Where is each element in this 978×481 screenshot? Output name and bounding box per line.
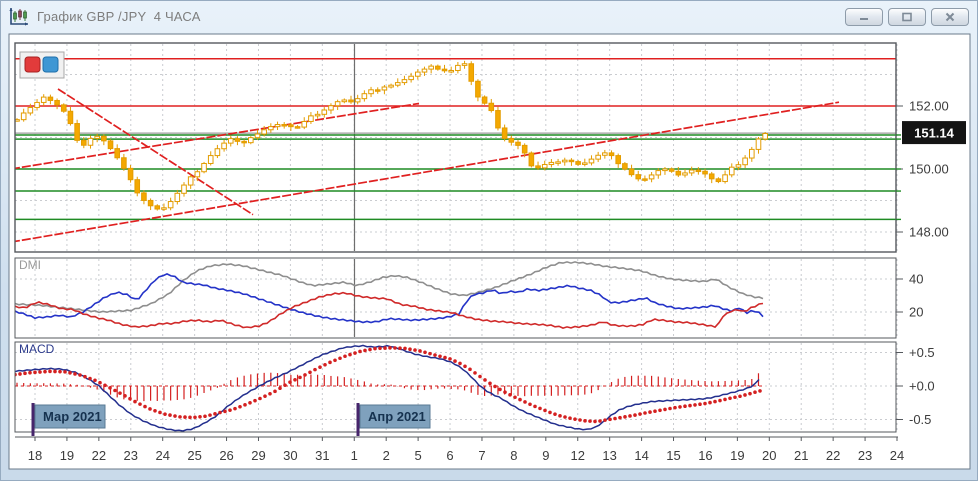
time-axis-label: 22 bbox=[826, 448, 840, 463]
gridlines bbox=[15, 43, 898, 432]
legend-toolbar bbox=[19, 51, 65, 79]
time-axis-label: 19 bbox=[60, 448, 74, 463]
current-price-label: 151.14 bbox=[914, 126, 955, 141]
time-axis-label: 9 bbox=[542, 448, 549, 463]
time-axis-label: 24 bbox=[890, 448, 904, 463]
time-axis-label: 24 bbox=[155, 448, 169, 463]
time-axis-label: 15 bbox=[666, 448, 680, 463]
time-axis-label: 23 bbox=[858, 448, 872, 463]
legend-blue-button[interactable] bbox=[42, 56, 59, 73]
time-axis-label: 13 bbox=[602, 448, 616, 463]
time-axis-label: 29 bbox=[251, 448, 265, 463]
time-axis-label: 22 bbox=[92, 448, 106, 463]
chart-window: График GBP /JPY 4 ЧАСА DMI MACD Мар 2021 Ап… bbox=[0, 0, 978, 481]
time-axis-label: 19 bbox=[730, 448, 744, 463]
time-axis-label: 18 bbox=[28, 448, 42, 463]
time-axis-label: 7 bbox=[478, 448, 485, 463]
macd-axis-label: +0.5 bbox=[909, 345, 935, 360]
price-axis-label: 150.00 bbox=[909, 162, 949, 177]
dmi-axis-label: 20 bbox=[909, 305, 923, 320]
time-axis-label: 14 bbox=[634, 448, 648, 463]
time-axis-label: 21 bbox=[794, 448, 808, 463]
time-axis-label: 2 bbox=[383, 448, 390, 463]
time-axis-label: 20 bbox=[762, 448, 776, 463]
time-axis-label: 30 bbox=[283, 448, 297, 463]
time-axis-label: 25 bbox=[187, 448, 201, 463]
time-axis-label: 12 bbox=[571, 448, 585, 463]
dmi-axis-label: 40 bbox=[909, 272, 923, 287]
time-axis-label: 8 bbox=[510, 448, 517, 463]
time-axis-label: 5 bbox=[414, 448, 421, 463]
price-axis-label: 148.00 bbox=[909, 225, 949, 240]
dmi-label: DMI bbox=[19, 258, 41, 272]
macd-axis-label: +0.0 bbox=[909, 379, 935, 394]
time-axis-label: 16 bbox=[698, 448, 712, 463]
legend-red-button[interactable] bbox=[24, 56, 41, 73]
time-axis-label: 31 bbox=[315, 448, 329, 463]
month-label: Мар 2021 bbox=[43, 409, 102, 424]
month-label: Апр 2021 bbox=[368, 409, 426, 424]
time-axis-label: 26 bbox=[219, 448, 233, 463]
macd-axis-label: -0.5 bbox=[909, 412, 931, 427]
price-axis-label: 152.00 bbox=[909, 99, 949, 114]
time-axis-label: 23 bbox=[124, 448, 138, 463]
time-axis-label: 6 bbox=[446, 448, 453, 463]
time-axis-label: 1 bbox=[351, 448, 358, 463]
chart-canvas[interactable]: DMIMACDМар 2021 Апр 202118 19 22 23 24 25 26 29 3… bbox=[1, 1, 978, 481]
macd-label: MACD bbox=[19, 342, 55, 356]
